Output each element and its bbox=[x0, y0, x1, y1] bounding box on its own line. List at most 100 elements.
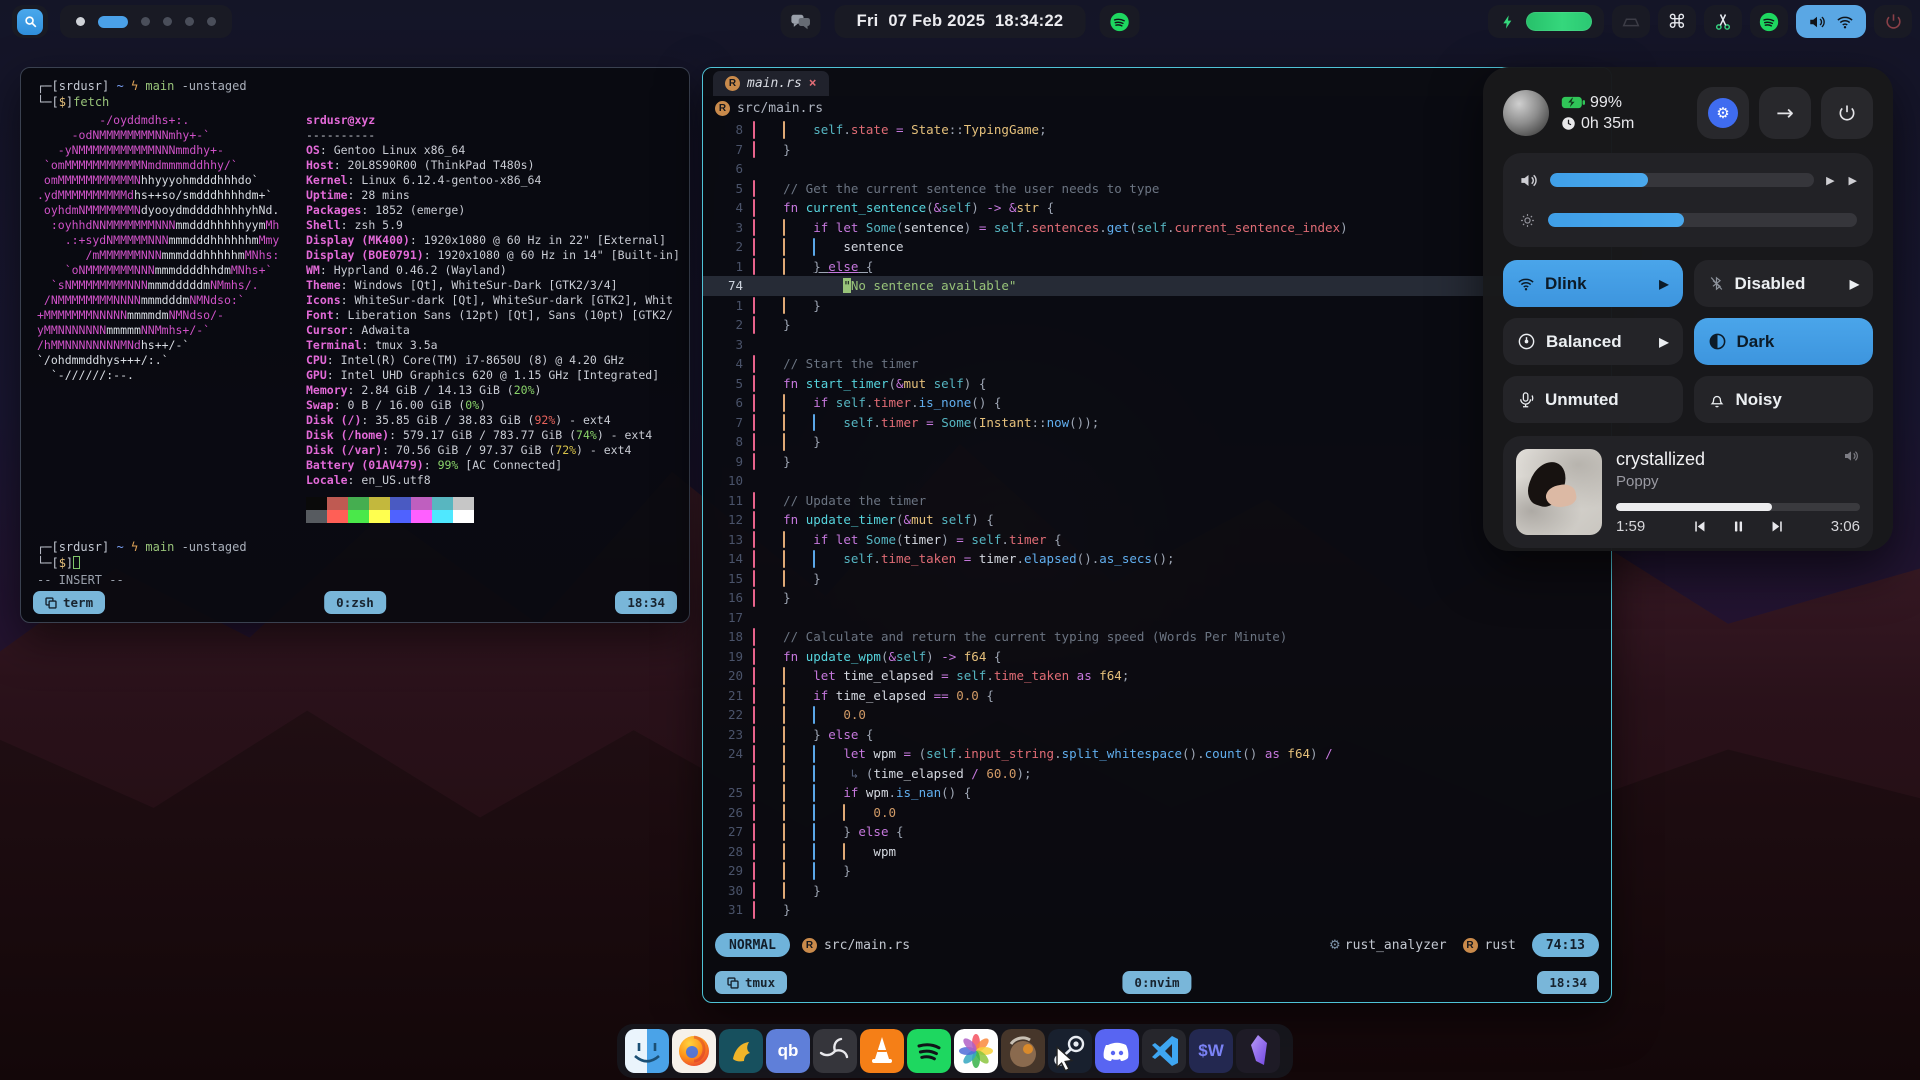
workspace-dot[interactable] bbox=[76, 17, 85, 26]
code-line: 31 } bbox=[703, 900, 1611, 920]
code-buffer[interactable]: 8 self.state = State::TypingGame;7 }65 /… bbox=[703, 120, 1611, 920]
code-text: } bbox=[753, 588, 1611, 608]
workspaces[interactable] bbox=[60, 5, 232, 38]
spotify-button[interactable] bbox=[1750, 5, 1788, 38]
launcher-button[interactable] bbox=[12, 5, 48, 38]
next-button[interactable] bbox=[1769, 518, 1786, 535]
output-device-icon[interactable] bbox=[1843, 448, 1859, 464]
fetch-info-line: Packages: 1852 (emerge) bbox=[306, 203, 689, 218]
wifi-icon bbox=[1836, 13, 1854, 31]
toggle-theme[interactable]: Dark bbox=[1694, 318, 1874, 365]
dock-app-glyph: qb bbox=[766, 1029, 810, 1073]
dock-app-firefox[interactable] bbox=[672, 1029, 716, 1073]
line-number: 27 bbox=[703, 822, 743, 842]
code-line: 14 self.time_taken = timer.elapsed().as_… bbox=[703, 549, 1611, 569]
dock-app-gimp[interactable] bbox=[1001, 1029, 1045, 1073]
clock[interactable]: Fri 07 Feb 2025 18:34:22 bbox=[835, 5, 1086, 38]
line-number: 3 bbox=[703, 218, 743, 238]
scissors-button[interactable] bbox=[1704, 5, 1742, 38]
arrow-right-icon: → bbox=[1776, 101, 1794, 125]
workspace-active[interactable] bbox=[98, 16, 128, 28]
code-line: 2 sentence bbox=[703, 237, 1611, 257]
code-text: 0.0 bbox=[753, 705, 1611, 725]
media-player-card: crystallized Poppy 1:59 3:06 bbox=[1503, 436, 1873, 548]
dock-app-vlc[interactable] bbox=[860, 1029, 904, 1073]
ascii-art-line: yMMNNNNNNNmmmmmNNMmhs+/-` bbox=[37, 323, 306, 338]
previous-button[interactable] bbox=[1691, 518, 1708, 535]
ascii-art-line: -yNMMMMMMMMMMMNNNmmdhy+- bbox=[37, 143, 306, 158]
avatar[interactable] bbox=[1503, 90, 1549, 136]
toggle-bluetooth[interactable]: Disabled▶ bbox=[1694, 260, 1874, 307]
workspace-dot[interactable] bbox=[185, 17, 194, 26]
command-button[interactable]: ⌘ bbox=[1658, 5, 1696, 38]
line-number: 25 bbox=[703, 783, 743, 803]
code-text: if wpm.is_nan() { bbox=[753, 783, 1611, 803]
shell-prompt-cursor[interactable]: └─[$] bbox=[37, 555, 689, 571]
notifications-button[interactable] bbox=[781, 5, 821, 38]
code-text: } bbox=[753, 881, 1611, 901]
tmux-session-pill[interactable]: term bbox=[33, 591, 105, 614]
code-line: 16 } bbox=[703, 588, 1611, 608]
power-button[interactable] bbox=[1874, 5, 1912, 38]
tablet-button[interactable] bbox=[1612, 5, 1650, 38]
settings-button[interactable]: ⚙ bbox=[1697, 87, 1749, 139]
close-icon[interactable]: × bbox=[809, 76, 817, 91]
pause-button[interactable] bbox=[1730, 518, 1747, 535]
expand-button[interactable]: → bbox=[1759, 87, 1811, 139]
mouse-cursor bbox=[1055, 1046, 1077, 1072]
chevron-right-icon: ▶ bbox=[1659, 277, 1668, 291]
dock-app-discord[interactable] bbox=[1095, 1029, 1139, 1073]
dock-app-files[interactable] bbox=[625, 1029, 669, 1073]
battery-indicator[interactable] bbox=[1488, 5, 1604, 38]
dock-app-vscode[interactable] bbox=[1142, 1029, 1186, 1073]
spotify-button[interactable] bbox=[1099, 5, 1139, 38]
line-number: 6 bbox=[703, 159, 743, 179]
fetch-info-line: Theme: Windows [Qt], WhiteSur-Dark [GTK2… bbox=[306, 278, 689, 293]
toggle-microphone[interactable]: Unmuted bbox=[1503, 376, 1683, 423]
workspace-dot[interactable] bbox=[163, 17, 172, 26]
workspace-dot[interactable] bbox=[207, 17, 216, 26]
line-number: 18 bbox=[703, 627, 743, 647]
toggle-label: Dark bbox=[1737, 332, 1775, 352]
ascii-art-line: `-//////:--. bbox=[37, 368, 306, 383]
ascii-art-line: .:+sydNMMMMMNNNmmmdddhhhhhhmMmy bbox=[37, 233, 306, 248]
fetch-info-line: Uptime: 28 mins bbox=[306, 188, 689, 203]
dock-app-spotify[interactable] bbox=[907, 1029, 951, 1073]
dock-app-photos[interactable] bbox=[954, 1029, 998, 1073]
dock-app-qutebrowser[interactable]: qb bbox=[766, 1029, 810, 1073]
time-elapsed: 1:59 bbox=[1616, 518, 1645, 535]
dock-app-fan[interactable] bbox=[813, 1029, 857, 1073]
dock-app-obsidian[interactable] bbox=[1236, 1029, 1280, 1073]
toggle-label: Disabled bbox=[1735, 274, 1806, 294]
toggle-power-profile[interactable]: Balanced▶ bbox=[1503, 318, 1683, 365]
workspace-dot[interactable] bbox=[141, 17, 150, 26]
code-line: 4 fn current_sentence(&self) -> &str { bbox=[703, 198, 1611, 218]
line-number: 8 bbox=[703, 432, 743, 452]
toggle-wifi[interactable]: Dlink▶ bbox=[1503, 260, 1683, 307]
tab-main-rs[interactable]: R main.rs × bbox=[713, 71, 829, 96]
terminal-window[interactable]: ┌─[srdusr] ~ ϟ main -unstaged └─[$]fetch… bbox=[20, 67, 690, 623]
audio-output-button[interactable]: ▶ bbox=[1826, 174, 1834, 187]
dock-app-thunar[interactable] bbox=[719, 1029, 763, 1073]
line-number: 21 bbox=[703, 686, 743, 706]
tmux-window-pill[interactable]: 0:zsh bbox=[324, 591, 386, 614]
audio-expand-button[interactable]: ▶ bbox=[1849, 174, 1857, 187]
fetch-info-line: Locale: en_US.utf8 bbox=[306, 473, 689, 488]
line-number: 30 bbox=[703, 881, 743, 901]
fetch-info-line: GPU: Intel UHD Graphics 620 @ 1.15 GHz [… bbox=[306, 368, 689, 383]
fetch-info-line: Terminal: tmux 3.5a bbox=[306, 338, 689, 353]
tmux-session-pill[interactable]: tmux bbox=[715, 971, 787, 994]
line-number: 23 bbox=[703, 725, 743, 745]
microphone-icon bbox=[1517, 391, 1535, 409]
toggle-notifications[interactable]: Noisy bbox=[1694, 376, 1874, 423]
brightness-slider[interactable] bbox=[1548, 213, 1857, 227]
spotify-icon bbox=[1109, 12, 1129, 32]
editor-window[interactable]: R main.rs × R src/main.rs 8 self.state =… bbox=[702, 67, 1612, 1003]
power-button[interactable] bbox=[1821, 87, 1873, 139]
volume-slider[interactable] bbox=[1550, 173, 1814, 187]
dock-app-wallstreet[interactable]: $W bbox=[1189, 1029, 1233, 1073]
palette-row bbox=[306, 510, 689, 523]
audio-network-pill[interactable] bbox=[1796, 5, 1866, 38]
tmux-window-pill[interactable]: 0:nvim bbox=[1122, 971, 1191, 994]
track-progress[interactable] bbox=[1616, 503, 1860, 511]
